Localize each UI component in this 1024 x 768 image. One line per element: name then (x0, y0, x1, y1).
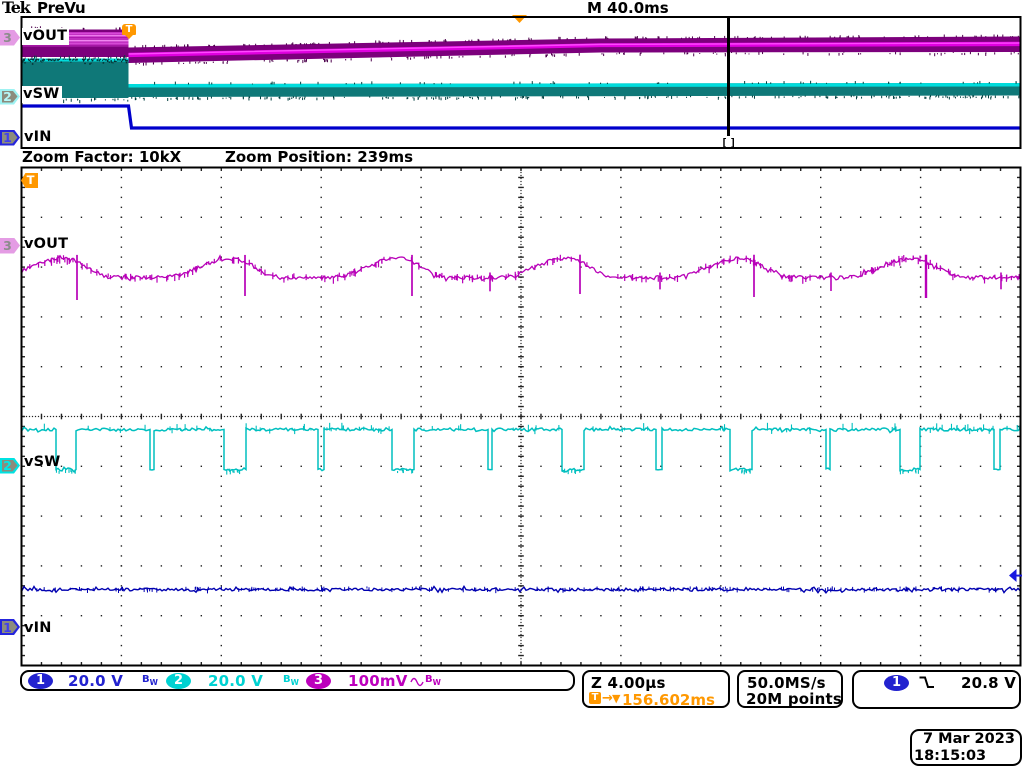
channel-readout-bar: 1 20.0 V BW 2 20.0 V BW 3 100mV BW (20, 670, 575, 691)
ch1-badge[interactable]: 1 (28, 673, 53, 689)
acquisition-box[interactable]: 50.0MS/s 20M points (737, 670, 843, 708)
zoom-ch1-number: 1 (0, 620, 15, 635)
trigger-level-readout: 20.8 V (961, 674, 1016, 692)
trigger-slope-falling-icon (918, 675, 936, 690)
trigger-readout-box[interactable]: 1 20.8 V (852, 670, 1021, 709)
overview-trigger-flag-icon: T (122, 24, 136, 35)
overview-ch3-label: vOUT (22, 28, 69, 45)
zoom-timebase-box[interactable]: Z 4.00µs T → ▼ 156.602ms (582, 670, 730, 708)
date-readout: 7 Mar 2023 (923, 731, 1015, 747)
ch2-bandwidth-icon: BW (283, 674, 299, 687)
overview-ch2-label: vSW (22, 86, 62, 103)
overview-ch1-marker[interactable]: 1 (0, 130, 20, 146)
zoom-ch2-marker[interactable]: 2 (0, 458, 20, 474)
zoom-position-readout: Zoom Position: 239ms (225, 148, 413, 166)
zoom-ch2-label: vSW (24, 454, 61, 470)
delay-marker-icon: ▼ (612, 692, 620, 705)
zoom-ch1-label: vIN (24, 620, 52, 636)
ch3-ac-coupling-icon (410, 677, 424, 687)
zoom-ch3-label: vOUT (24, 236, 68, 252)
overview-vin-waveform (22, 106, 1020, 128)
ch3-scale-readout[interactable]: 100mV (348, 672, 408, 690)
zoom-factor-readout: Zoom Factor: 10kX (22, 148, 181, 166)
delay-trigger-icon: T (589, 692, 601, 704)
overview-ch1-label: vIN (23, 129, 54, 146)
overview-ch3-marker[interactable]: 3 (0, 30, 20, 46)
zoom-delay-readout: 156.602ms (622, 691, 715, 709)
trigger-source-badge: 1 (884, 675, 909, 691)
waveform-display (0, 0, 1024, 768)
zoom-ch1-marker[interactable]: 1 (0, 619, 20, 635)
datetime-box: 7 Mar 2023 18:15:03 (910, 729, 1022, 766)
ch3-badge[interactable]: 3 (306, 673, 331, 689)
overview-ch2-marker[interactable]: 2 (0, 89, 20, 105)
time-readout: 18:15:03 (914, 748, 986, 764)
zoom-scale-readout: Z 4.00µs (591, 674, 666, 692)
ch1-scale-readout[interactable]: 20.0 V (68, 672, 123, 690)
overview-vout-waveform (22, 26, 1020, 65)
trigger-level-arrow-icon[interactable] (1009, 569, 1022, 582)
oscilloscope-screen: { "header": { "logo": "Tek", "acq_status… (0, 0, 1024, 768)
overview-ch2-number: 2 (0, 89, 15, 104)
zoom-window-cursor[interactable] (727, 17, 730, 136)
overview-vsw-waveform (22, 55, 1020, 103)
record-length-readout: 20M points (746, 690, 842, 708)
ch2-badge[interactable]: 2 (166, 673, 191, 689)
ch1-bandwidth-icon: BW (142, 674, 158, 687)
zoom-window-bracket-icon: [] (721, 136, 737, 149)
overview-waveforms (22, 26, 1020, 128)
overview-ch3-number: 3 (0, 30, 15, 45)
ch2-scale-readout[interactable]: 20.0 V (208, 672, 263, 690)
ch3-bandwidth-icon: BW (425, 674, 441, 687)
overview-ch1-number: 1 (0, 130, 15, 145)
zoom-ch3-marker[interactable]: 3 (0, 238, 20, 254)
zoom-ch2-number: 2 (0, 458, 15, 473)
zoom-ch3-number: 3 (0, 238, 15, 253)
zoom-info-bar: Zoom Factor: 10kX Zoom Position: 239ms (22, 148, 622, 166)
